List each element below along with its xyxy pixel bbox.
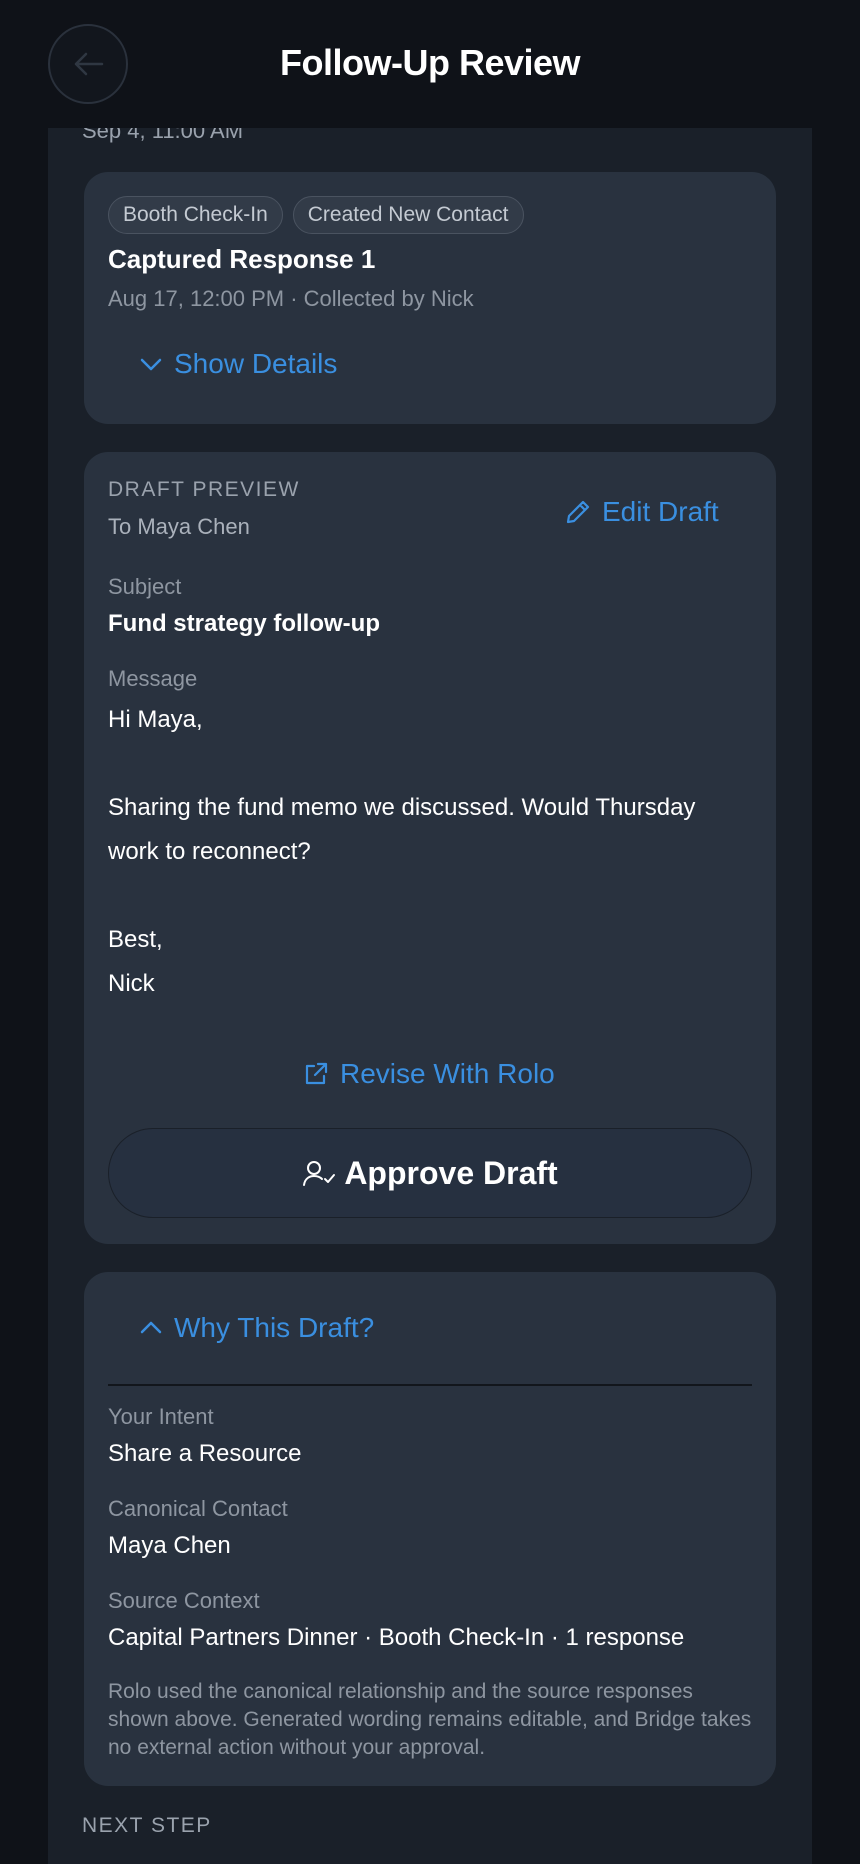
external-link-icon bbox=[305, 1062, 328, 1085]
source-value: Capital Partners Dinner · Booth Check-In… bbox=[108, 1624, 685, 1651]
response-card: Booth Check-In Created New Contact Captu… bbox=[84, 172, 776, 424]
chip-booth-check-in: Booth Check-In bbox=[108, 196, 283, 234]
edit-draft-button[interactable]: Edit Draft bbox=[564, 496, 719, 528]
divider bbox=[108, 1384, 752, 1386]
chevron-down-icon bbox=[140, 358, 162, 371]
page-title: Follow-Up Review bbox=[279, 42, 581, 83]
next-step-label: NEXT STEP bbox=[82, 1814, 212, 1837]
draft-preview-label: DRAFT PREVIEW bbox=[108, 478, 300, 501]
message-line: Best, bbox=[108, 926, 163, 953]
approve-draft-button[interactable]: Approve Draft bbox=[108, 1128, 752, 1218]
revise-with-rolo-button[interactable]: Revise With Rolo bbox=[302, 1058, 555, 1090]
explanation-note: Rolo used the canonical relationship and… bbox=[108, 1680, 752, 1759]
chip-list: Booth Check-In Created New Contact bbox=[108, 196, 524, 234]
chip-created-new-contact: Created New Contact bbox=[292, 196, 524, 234]
subject-label: Subject bbox=[108, 574, 182, 599]
subject-value: Fund strategy follow-up bbox=[108, 610, 380, 637]
show-details-button[interactable]: Show Details bbox=[138, 348, 337, 380]
show-details-label: Show Details bbox=[174, 348, 338, 379]
draft-card: DRAFT PREVIEW To Maya Chen Edit Draft Su… bbox=[84, 452, 776, 1244]
why-draft-toggle[interactable]: Why This Draft? bbox=[138, 1312, 374, 1344]
why-draft-card: Why This Draft? Your Intent Share a Reso… bbox=[84, 1272, 776, 1786]
pencil-icon bbox=[566, 500, 590, 524]
message-line: work to reconnect? bbox=[108, 838, 311, 865]
approve-label: Approve Draft bbox=[344, 1154, 558, 1191]
message-label: Message bbox=[108, 666, 198, 691]
message-line: Sharing the fund memo we discussed. Woul… bbox=[108, 794, 696, 821]
chevron-up-icon bbox=[140, 1321, 162, 1334]
why-draft-label: Why This Draft? bbox=[174, 1312, 375, 1343]
revise-label: Revise With Rolo bbox=[340, 1058, 555, 1089]
draft-recipient: To Maya Chen bbox=[108, 514, 250, 539]
response-title: Captured Response 1 bbox=[108, 244, 376, 274]
intent-label: Your Intent bbox=[108, 1404, 214, 1429]
user-check-icon bbox=[303, 1161, 336, 1186]
message-line: Nick bbox=[108, 970, 155, 997]
edit-draft-label: Edit Draft bbox=[602, 496, 719, 527]
top-bar: Follow-Up Review bbox=[0, 0, 860, 128]
contact-value: Maya Chen bbox=[108, 1532, 231, 1559]
intent-value: Share a Resource bbox=[108, 1440, 302, 1467]
response-meta: Aug 17, 12:00 PM · Collected by Nick bbox=[108, 286, 474, 311]
contact-label: Canonical Contact bbox=[108, 1496, 288, 1521]
message-line: Hi Maya, bbox=[108, 706, 203, 733]
source-label: Source Context bbox=[108, 1588, 260, 1613]
